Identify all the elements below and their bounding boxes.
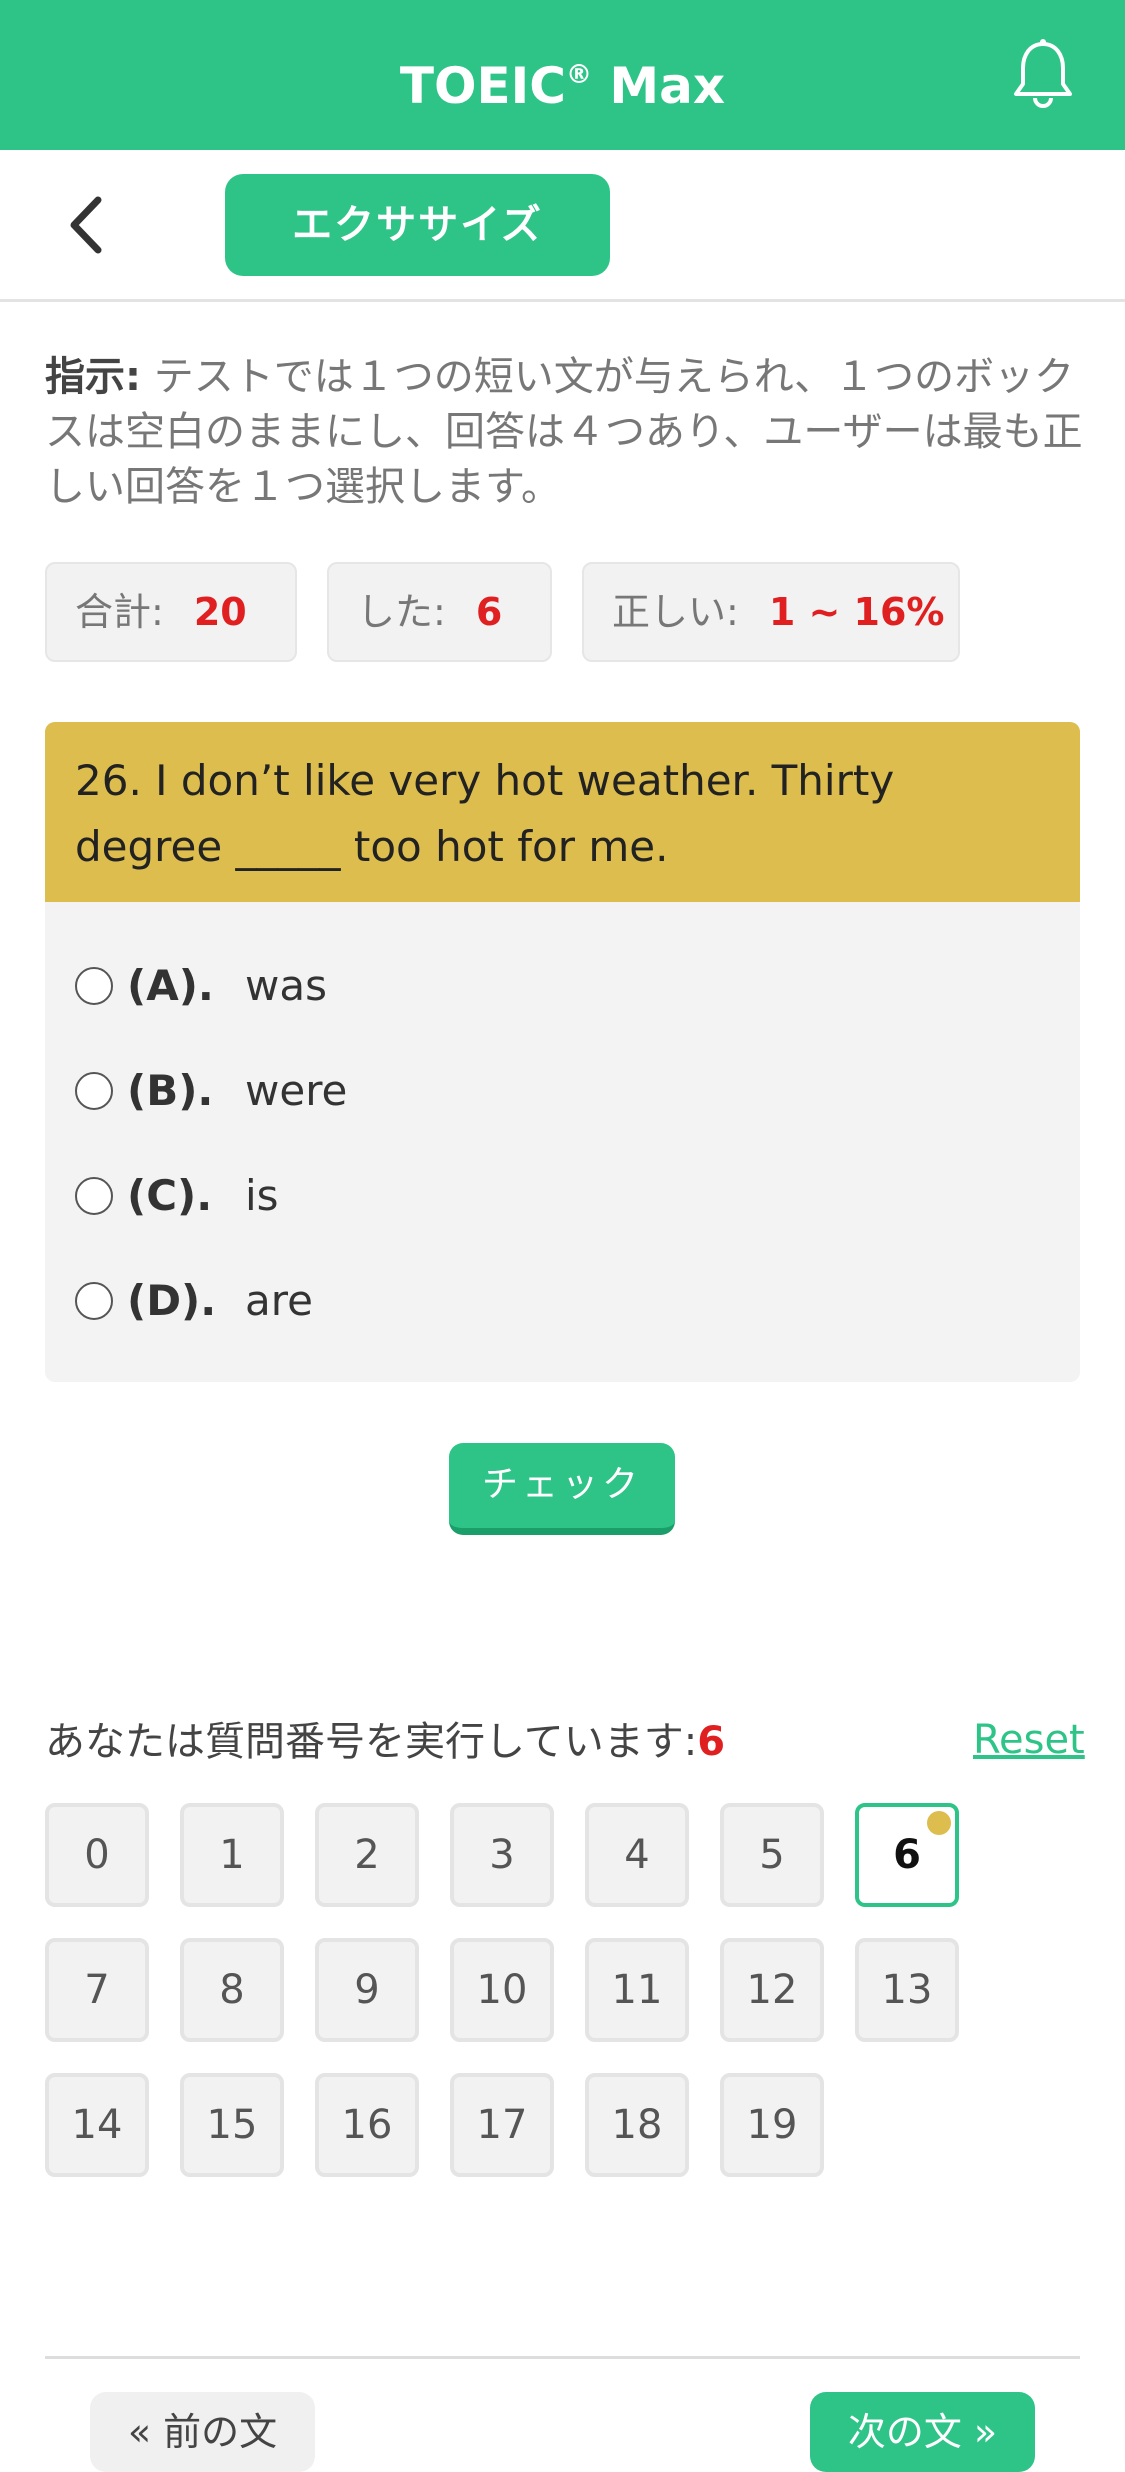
current-marker-dot (927, 1811, 951, 1835)
radio-button[interactable] (75, 1177, 113, 1215)
question-number-button[interactable]: 15 (180, 2073, 284, 2177)
app-title: TOEIC® Max (0, 40, 1125, 121)
stat-total-label: 合計: (75, 590, 164, 634)
option-text: were (245, 1066, 348, 1115)
question-number-button[interactable]: 5 (720, 1803, 824, 1907)
question-number-button[interactable]: 14 (45, 2073, 149, 2177)
stat-correct-label: 正しい: (612, 590, 739, 634)
question-number-label: 4 (624, 1832, 650, 1878)
question-number-button[interactable]: 10 (450, 1938, 554, 2042)
current-question-number: 6 (697, 1719, 726, 1765)
chevron-left-icon[interactable] (62, 192, 112, 258)
sub-toolbar: エクササイズ (0, 150, 1125, 302)
check-button[interactable]: チェック (449, 1443, 675, 1535)
question-number-button[interactable]: 18 (585, 2073, 689, 2177)
question-number-label: 15 (206, 2102, 258, 2148)
question-number-label: 17 (476, 2102, 528, 2148)
question-number-label: 6 (893, 1832, 921, 1878)
registered-mark: ® (565, 60, 592, 90)
question-number-button[interactable]: 19 (720, 2073, 824, 2177)
prev-sentence-button[interactable]: « 前の文 (90, 2392, 315, 2472)
instructions: 指示: テストでは１つの短い文が与えられ、１つのボックスは空白のままにし、回答は… (45, 350, 1085, 515)
option-text: are (245, 1276, 313, 1325)
question-number-button[interactable]: 9 (315, 1938, 419, 2042)
option-letter: (D). (127, 1276, 217, 1325)
stat-correct-value: 1 ~ 16% (768, 590, 945, 634)
stat-done-label: した: (357, 590, 446, 634)
question-number-button[interactable]: 11 (585, 1938, 689, 2042)
bell-icon[interactable] (1010, 38, 1076, 110)
question-number-label: 2 (354, 1832, 380, 1878)
stat-correct: 正しい: 1 ~ 16% (582, 562, 960, 662)
question-number-button[interactable]: 0 (45, 1803, 149, 1907)
question-number-label: 11 (611, 1967, 663, 2013)
question-number-label: 5 (759, 1832, 785, 1878)
question-text: 26. I don’t like very hot weather. Thirt… (45, 722, 1080, 902)
stat-done-value: 6 (475, 590, 503, 634)
instructions-label: 指示: (45, 354, 141, 400)
question-number-button[interactable]: 3 (450, 1803, 554, 1907)
app-header: TOEIC® Max (0, 0, 1125, 150)
question-number-button[interactable]: 7 (45, 1938, 149, 2042)
app-title-suffix: Max (591, 57, 726, 115)
current-question-indicator: あなたは質問番号を実行しています:6 (45, 1712, 725, 1772)
option-letter: (C). (127, 1171, 213, 1220)
question-number-label: 8 (219, 1967, 245, 2013)
stat-total-value: 20 (193, 590, 247, 634)
option-letter: (B). (127, 1066, 214, 1115)
running-label: あなたは質問番号を実行しています: (45, 1719, 698, 1765)
question-number-button[interactable]: 12 (720, 1938, 824, 2042)
question-number-label: 1 (219, 1832, 245, 1878)
question-number-button[interactable]: 2 (315, 1803, 419, 1907)
question-number-label: 12 (746, 1967, 798, 2013)
question-number-button[interactable]: 6 (855, 1803, 959, 1907)
radio-button[interactable] (75, 1072, 113, 1110)
question-number-label: 9 (354, 1967, 380, 2013)
question-number-label: 19 (746, 2102, 798, 2148)
option-text: was (245, 961, 327, 1010)
question-number-button[interactable]: 13 (855, 1938, 959, 2042)
divider (45, 2356, 1080, 2359)
question-card: 26. I don’t like very hot weather. Thirt… (45, 722, 1080, 1382)
option-text: is (245, 1171, 279, 1220)
app-title-text: TOEIC (399, 57, 566, 115)
question-number-button[interactable]: 16 (315, 2073, 419, 2177)
question-number-button[interactable]: 17 (450, 2073, 554, 2177)
question-number-label: 7 (84, 1967, 110, 2013)
question-number-button[interactable]: 4 (585, 1803, 689, 1907)
question-number-label: 18 (611, 2102, 663, 2148)
question-number-label: 13 (881, 1967, 933, 2013)
question-number-button[interactable]: 8 (180, 1938, 284, 2042)
question-number-label: 0 (84, 1832, 110, 1878)
instructions-text: テストでは１つの短い文が与えられ、１つのボックスは空白のままにし、回答は４つあり… (45, 354, 1083, 510)
reset-link[interactable]: Reset (973, 1710, 1085, 1770)
stat-done: した: 6 (327, 562, 552, 662)
question-number-label: 10 (476, 1967, 528, 2013)
radio-button[interactable] (75, 1282, 113, 1320)
stat-total: 合計: 20 (45, 562, 297, 662)
next-sentence-button[interactable]: 次の文 » (810, 2392, 1035, 2472)
question-number-label: 3 (489, 1832, 515, 1878)
question-number-label: 14 (71, 2102, 123, 2148)
radio-button[interactable] (75, 967, 113, 1005)
option-letter: (A). (127, 961, 214, 1010)
question-number-label: 16 (341, 2102, 393, 2148)
question-number-button[interactable]: 1 (180, 1803, 284, 1907)
exercise-tab-button[interactable]: エクササイズ (225, 174, 610, 276)
